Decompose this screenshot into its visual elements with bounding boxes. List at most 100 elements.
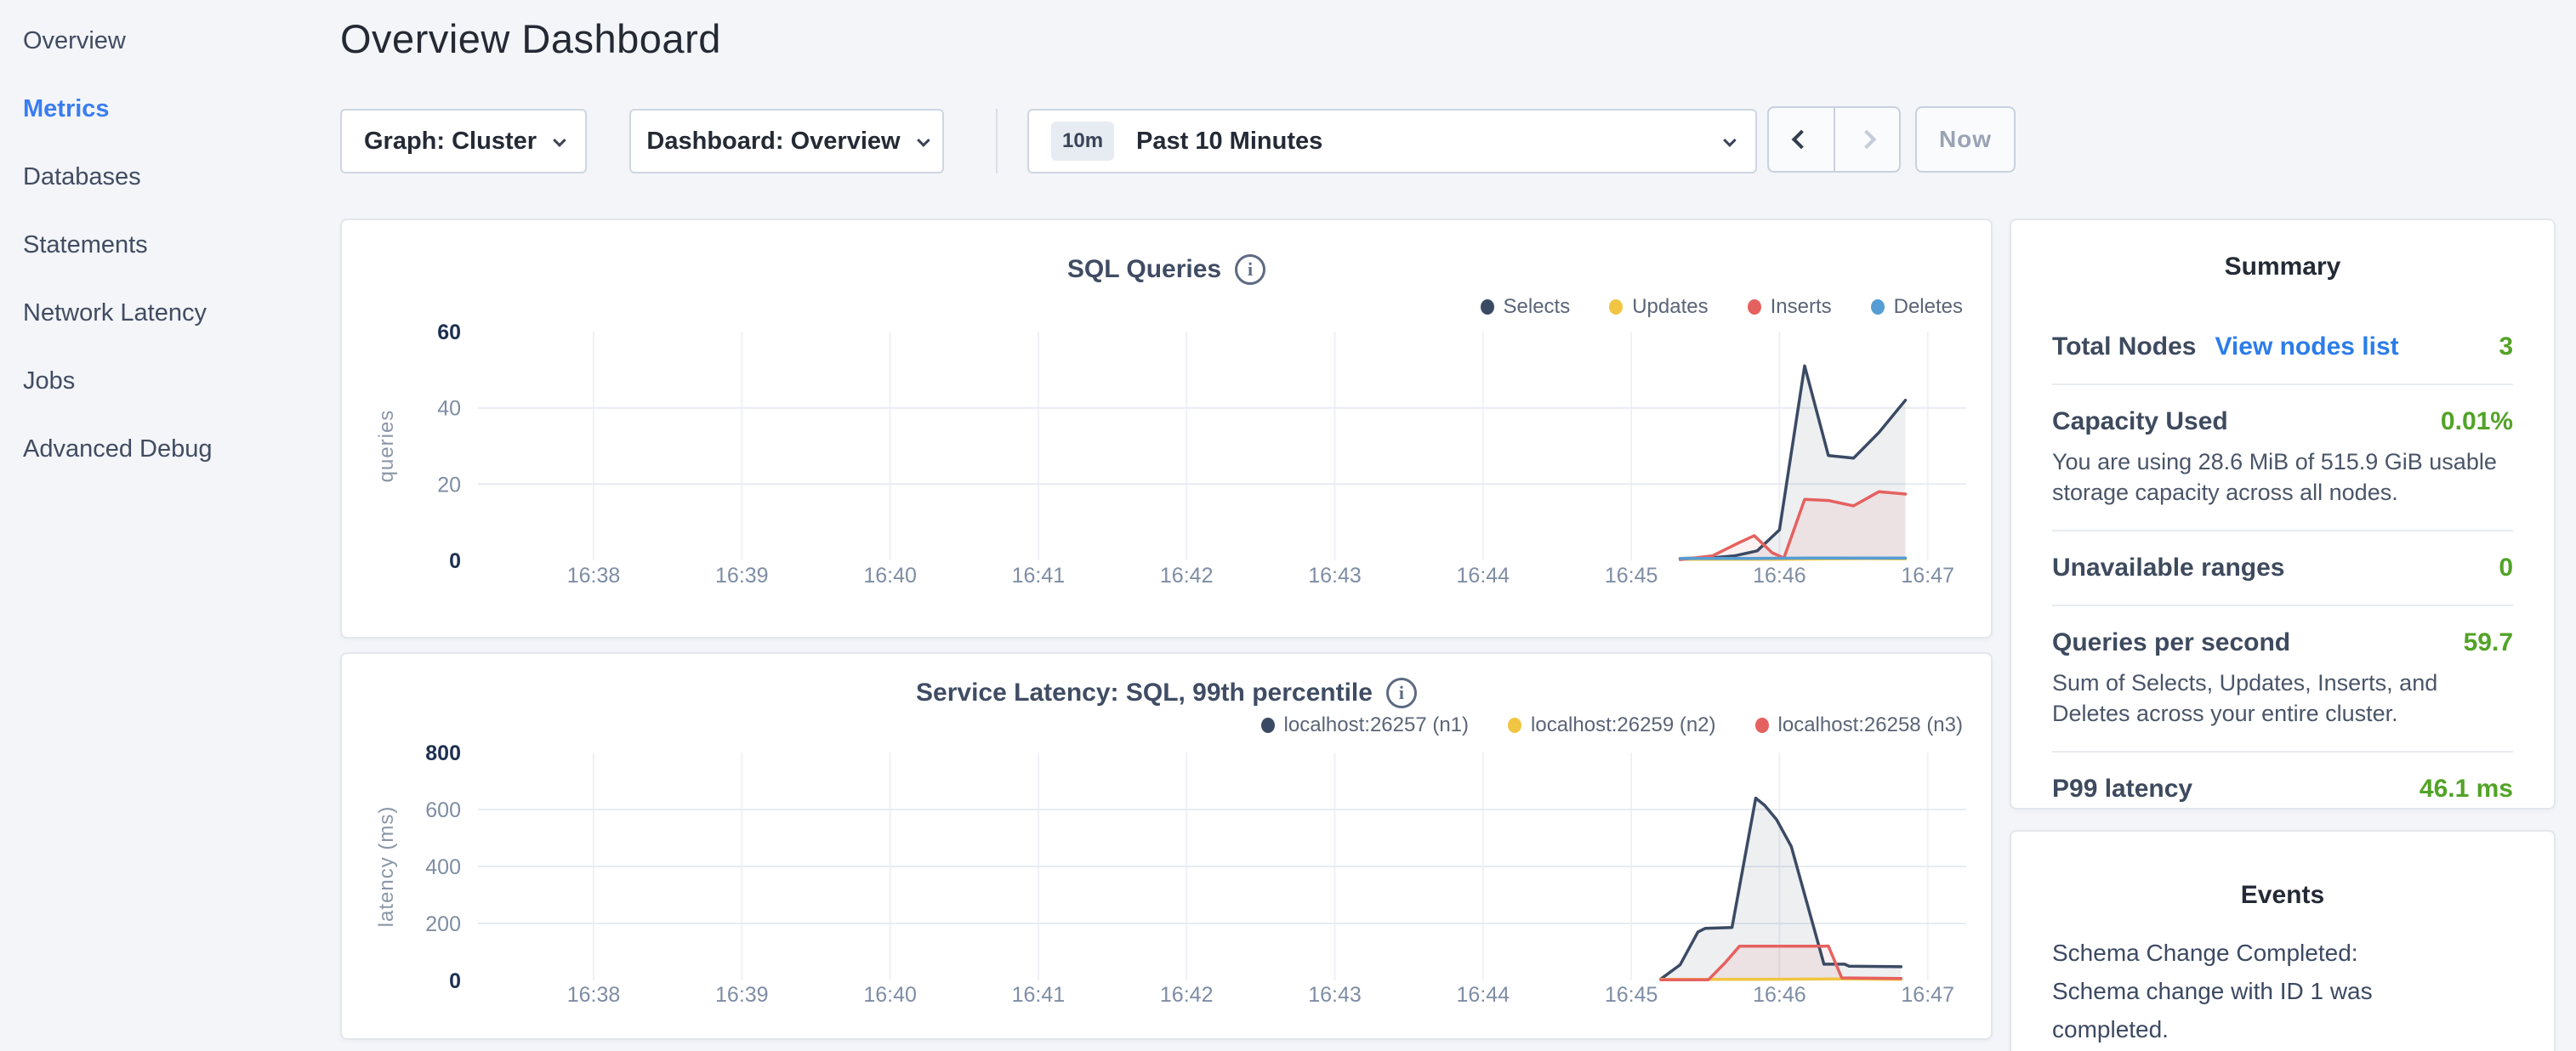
legend-dot-icon	[1609, 299, 1623, 315]
events-title: Events	[2011, 832, 2554, 910]
time-backward-button[interactable]	[1769, 108, 1835, 171]
p99-latency-label: P99 latency	[2052, 775, 2192, 804]
event-message: Schema Change Completed: Schema change w…	[2052, 934, 2442, 1048]
svg-text:200: 200	[425, 912, 461, 936]
graph-dropdown[interactable]: Graph: Cluster	[340, 109, 587, 173]
summary-row-qps: Queries per second 59.7 Sum of Selects, …	[2052, 606, 2513, 753]
svg-text:16:39: 16:39	[715, 564, 769, 588]
svg-text:16:39: 16:39	[715, 983, 769, 1007]
sidebar-item-advanced-debug[interactable]: Advanced Debug	[0, 415, 340, 483]
summary-row-capacity: Capacity Used 0.01% You are using 28.6 M…	[2052, 385, 2513, 531]
service-latency-chart: 0 200 400 600 800 16:38 16:39 16:40 16:41 16:42 16…	[342, 733, 1994, 1039]
time-step-button-group	[1767, 106, 1901, 173]
svg-text:16:41: 16:41	[1012, 564, 1066, 588]
app-root: OverviewMetricsDatabasesStatementsNetwor…	[0, 0, 2576, 1051]
view-nodes-list-link[interactable]: View nodes list	[2215, 332, 2398, 361]
events-panel: Events Schema Change Completed: Schema c…	[2010, 830, 2556, 1051]
summary-rows: Total Nodes View nodes list 3 Capacity U…	[2052, 310, 2513, 826]
time-range-dropdown[interactable]: 10m Past 10 Minutes	[1027, 109, 1757, 173]
sidebar-item-overview[interactable]: Overview	[0, 7, 340, 75]
svg-text:16:47: 16:47	[1901, 983, 1954, 1007]
svg-text:16:43: 16:43	[1308, 983, 1362, 1007]
time-range-badge: 10m	[1051, 122, 1114, 161]
queries-per-second-label: Queries per second	[2052, 628, 2290, 657]
svg-text:latency (ms): latency (ms)	[375, 806, 398, 928]
summary-row-total-nodes: Total Nodes View nodes list 3	[2052, 310, 2513, 385]
svg-text:60: 60	[437, 321, 461, 344]
time-forward-button[interactable]	[1835, 108, 1900, 171]
svg-text:0: 0	[449, 549, 461, 573]
svg-text:16:40: 16:40	[863, 564, 917, 588]
sidebar-item-jobs[interactable]: Jobs	[0, 347, 340, 415]
summary-title: Summary	[2011, 220, 2554, 281]
svg-text:16:45: 16:45	[1605, 983, 1658, 1007]
svg-text:16:42: 16:42	[1160, 983, 1214, 1007]
legend-dot-icon	[1508, 718, 1521, 733]
chart-header: SQL Queries i	[342, 254, 1991, 285]
service-latency-chart-card: Service Latency: SQL, 99th percentile i …	[340, 652, 1993, 1040]
now-button[interactable]: Now	[1915, 106, 2016, 173]
total-nodes-label: Total Nodes	[2052, 332, 2196, 361]
svg-text:16:46: 16:46	[1753, 983, 1806, 1007]
controls-divider	[996, 109, 998, 173]
queries-per-second-description: Sum of Selects, Updates, Inserts, and De…	[2052, 668, 2513, 729]
sidebar: OverviewMetricsDatabasesStatementsNetwor…	[0, 0, 340, 1051]
graph-dropdown-label: Graph: Cluster	[364, 128, 537, 156]
svg-text:16:38: 16:38	[567, 564, 621, 588]
svg-text:16:46: 16:46	[1753, 564, 1806, 588]
page-title: Overview Dashboard	[340, 15, 721, 62]
total-nodes-value: 3	[2499, 332, 2513, 361]
chevron-down-icon	[1723, 134, 1737, 147]
sidebar-item-statements[interactable]: Statements	[0, 211, 340, 279]
legend-dot-icon	[1748, 299, 1761, 315]
chevron-down-icon	[917, 134, 930, 147]
p99-latency-value: 46.1 ms	[2420, 775, 2513, 804]
event-list-item[interactable]: Schema Change Completed: Schema change w…	[2052, 934, 2513, 1051]
queries-per-second-value: 59.7	[2464, 628, 2513, 657]
svg-text:16:40: 16:40	[863, 983, 917, 1007]
svg-text:queries: queries	[375, 410, 398, 483]
chart-header: Service Latency: SQL, 99th percentile i	[342, 678, 1991, 708]
sql-queries-chart: 0 20 40 60 16:38 16:39 16:40 16:41 16:42 16:43 16:…	[342, 314, 1994, 637]
svg-text:16:47: 16:47	[1901, 564, 1954, 588]
svg-text:0: 0	[449, 969, 461, 993]
legend-dot-icon	[1755, 718, 1769, 733]
svg-text:16:44: 16:44	[1457, 983, 1510, 1007]
chevron-right-icon	[1857, 130, 1877, 150]
svg-text:800: 800	[425, 741, 461, 765]
summary-panel: Summary Total Nodes View nodes list 3 Ca…	[2010, 219, 2556, 810]
sidebar-item-databases[interactable]: Databases	[0, 143, 340, 211]
legend-dot-icon	[1261, 718, 1275, 733]
svg-text:16:38: 16:38	[567, 983, 621, 1007]
svg-text:40: 40	[437, 397, 461, 421]
capacity-used-label: Capacity Used	[2052, 407, 2228, 436]
legend-dot-icon	[1871, 299, 1885, 315]
chevron-left-icon	[1791, 130, 1811, 150]
svg-text:16:42: 16:42	[1160, 564, 1214, 588]
summary-row-p99-latency: P99 latency 46.1 ms	[2052, 753, 2513, 826]
time-range-label: Past 10 Minutes	[1136, 128, 1322, 156]
chevron-down-icon	[553, 134, 566, 147]
dashboard-dropdown-label: Dashboard: Overview	[646, 128, 900, 156]
dashboard-dropdown[interactable]: Dashboard: Overview	[629, 109, 944, 173]
sql-queries-chart-card: SQL Queries i SelectsUpdatesInsertsDelet…	[340, 219, 1993, 639]
sidebar-item-network-latency[interactable]: Network Latency	[0, 279, 340, 347]
unavailable-ranges-value: 0	[2499, 554, 2513, 582]
svg-text:16:43: 16:43	[1308, 564, 1362, 588]
info-icon[interactable]: i	[1235, 254, 1265, 285]
svg-text:600: 600	[425, 798, 461, 822]
legend-dot-icon	[1481, 299, 1494, 315]
svg-text:16:44: 16:44	[1457, 564, 1510, 588]
chart-title: Service Latency: SQL, 99th percentile	[916, 679, 1373, 707]
info-icon[interactable]: i	[1386, 678, 1417, 708]
unavailable-ranges-label: Unavailable ranges	[2052, 554, 2284, 582]
capacity-used-value: 0.01%	[2441, 407, 2513, 436]
sidebar-item-metrics[interactable]: Metrics	[0, 75, 340, 143]
summary-row-unavailable-ranges: Unavailable ranges 0	[2052, 531, 2513, 606]
svg-text:16:41: 16:41	[1012, 983, 1066, 1007]
chart-title: SQL Queries	[1067, 255, 1221, 284]
svg-text:20: 20	[437, 473, 461, 497]
svg-text:16:45: 16:45	[1605, 564, 1658, 588]
capacity-used-description: You are using 28.6 MiB of 515.9 GiB usab…	[2052, 446, 2513, 508]
svg-text:400: 400	[425, 855, 461, 879]
